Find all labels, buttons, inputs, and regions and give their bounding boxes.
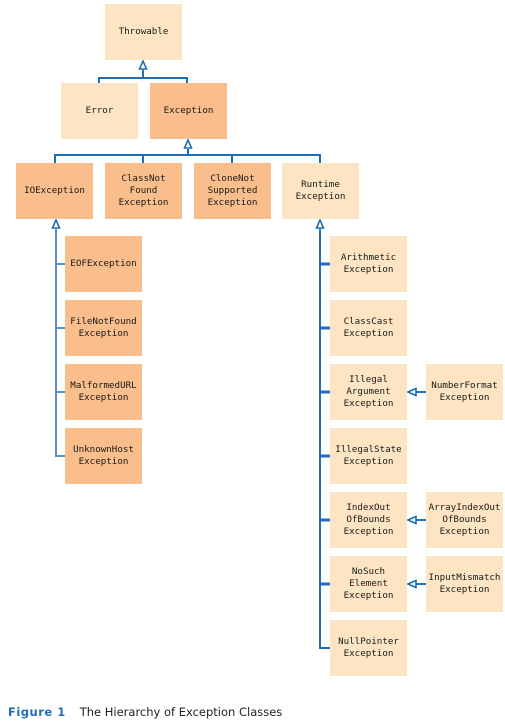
node-malformed-url-exception: MalformedURL Exception — [65, 364, 142, 420]
figure-title: The Hierarchy of Exception Classes — [79, 705, 283, 719]
node-no-such-element-exception: NoSuch Element Exception — [330, 556, 407, 612]
node-number-format-exception: NumberFormat Exception — [426, 364, 503, 420]
inherit-arrow-side-1 — [406, 515, 417, 525]
node-throwable: Throwable — [105, 4, 182, 60]
exception-hierarchy-diagram: Throwable Error Exception IOException Cl… — [0, 0, 505, 700]
node-eof-exception: EOFException — [65, 236, 142, 292]
node-unknown-host-exception: UnknownHost Exception — [65, 428, 142, 484]
inherit-arrow-io-exception — [51, 218, 61, 229]
node-class-not-found-exception: ClassNot Found Exception — [105, 163, 182, 219]
node-clone-not-supported-exception: CloneNot Supported Exception — [194, 163, 271, 219]
figure-label: Figure 1 — [8, 705, 66, 719]
inherit-arrow-exception — [183, 138, 193, 149]
node-exception: Exception — [150, 83, 227, 139]
node-error: Error — [61, 83, 138, 139]
figure-caption: Figure 1 The Hierarchy of Exception Class… — [8, 705, 282, 719]
inherit-arrow-side-0 — [406, 387, 417, 397]
node-illegal-state-exception: IllegalState Exception — [330, 428, 407, 484]
node-index-out-of-bounds-exception: IndexOut OfBounds Exception — [330, 492, 407, 548]
node-illegal-argument-exception: Illegal Argument Exception — [330, 364, 407, 420]
inherit-arrow-runtime-exception — [315, 218, 325, 229]
node-array-index-out-of-bounds-exception: ArrayIndexOut OfBounds Exception — [426, 492, 503, 548]
node-file-not-found-exception: FileNotFound Exception — [65, 300, 142, 356]
node-class-cast-exception: ClassCast Exception — [330, 300, 407, 356]
node-arithmetic-exception: Arithmetic Exception — [330, 236, 407, 292]
inherit-arrow-throwable — [138, 59, 148, 70]
node-input-mismatch-exception: InputMismatch Exception — [426, 556, 503, 612]
node-null-pointer-exception: NullPointer Exception — [330, 620, 407, 676]
node-io-exception: IOException — [16, 163, 93, 219]
node-runtime-exception: Runtime Exception — [282, 163, 359, 219]
inherit-arrow-side-2 — [406, 579, 417, 589]
